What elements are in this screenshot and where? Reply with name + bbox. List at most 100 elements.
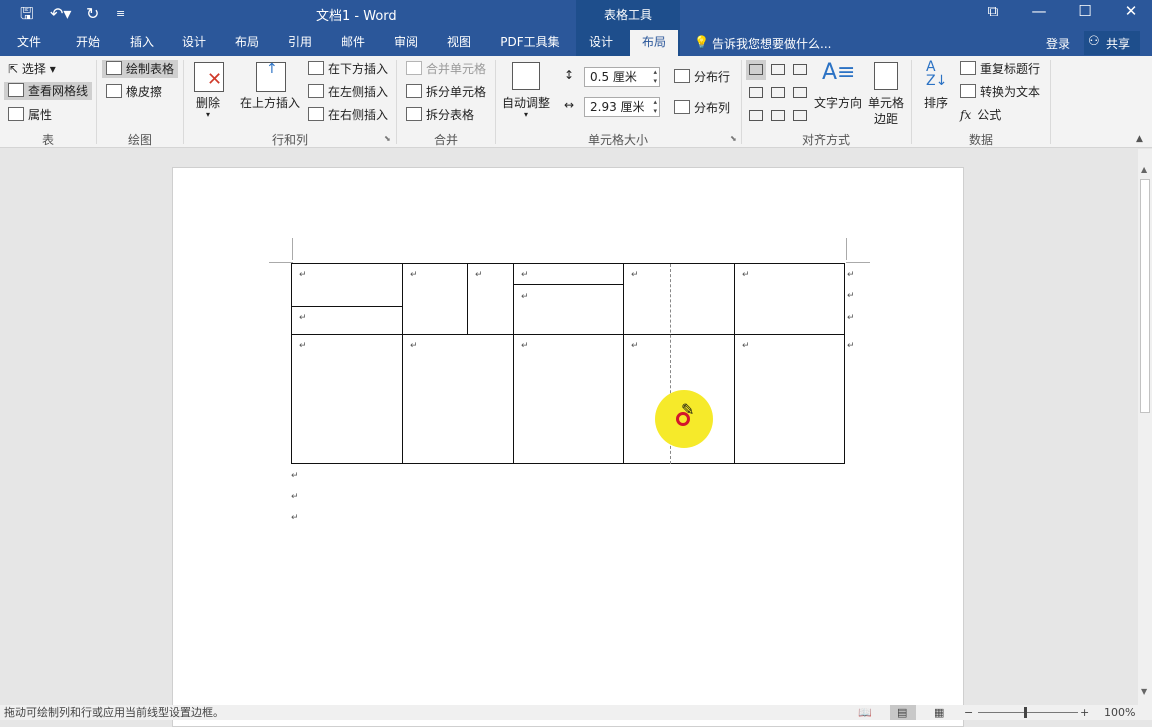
insert-below-button[interactable]: 在下方插入 xyxy=(308,60,388,78)
delete-button[interactable]: ✕ 删除 ▾ xyxy=(190,60,230,126)
align-bottom-left-icon[interactable] xyxy=(749,110,763,121)
scroll-down-icon[interactable]: ▼ xyxy=(1141,687,1147,696)
customize-icon[interactable]: ≡ xyxy=(116,4,125,24)
cell-paragraph-mark: ↵ xyxy=(410,341,418,351)
distribute-cols-button[interactable]: 分布列 xyxy=(674,99,730,117)
row-end-mark: ↵ xyxy=(847,341,855,351)
login-link[interactable]: 登录 xyxy=(1046,35,1070,52)
ribbon-tabs: 文件 开始 插入 设计 布局 引用 邮件 审阅 视图 PDF工具集 设计 布局 … xyxy=(0,30,1152,56)
undo-icon[interactable]: ↶▾ xyxy=(50,4,71,24)
table-row-border xyxy=(291,334,845,335)
formula-button[interactable]: fx 公式 xyxy=(960,106,1001,124)
tab-references[interactable]: 引用 xyxy=(278,30,322,56)
tab-view[interactable]: 视图 xyxy=(437,30,481,56)
sort-button[interactable]: A Z↓ 排序 xyxy=(918,60,956,126)
tell-me-box[interactable]: 告诉我您想要做什么... xyxy=(712,35,831,52)
autofit-button[interactable]: 自动调整 ▾ xyxy=(500,60,554,126)
align-middle-right-icon[interactable] xyxy=(793,87,807,98)
restore-ribbon-icon[interactable]: ⧉ xyxy=(970,0,1016,24)
align-top-left-icon[interactable] xyxy=(749,64,763,75)
column-line xyxy=(513,263,514,464)
zoom-level[interactable]: 100% xyxy=(1104,705,1135,720)
corner-mark xyxy=(292,238,293,260)
repeat-header-icon xyxy=(960,61,976,75)
launcher-icon[interactable]: ⬊ xyxy=(384,134,391,143)
tab-insert[interactable]: 插入 xyxy=(120,30,164,56)
tab-table-design[interactable]: 设计 xyxy=(578,30,624,56)
tab-mailings[interactable]: 邮件 xyxy=(331,30,375,56)
read-mode-icon[interactable]: 📖 xyxy=(858,705,872,720)
split-table-button[interactable]: 拆分表格 xyxy=(406,106,474,124)
distribute-cols-icon xyxy=(674,100,690,114)
web-layout-icon[interactable]: ▦ xyxy=(934,705,944,720)
tab-review[interactable]: 审阅 xyxy=(384,30,428,56)
delete-table-icon: ✕ xyxy=(194,62,224,92)
align-middle-left-icon[interactable] xyxy=(749,87,763,98)
tab-home[interactable]: 开始 xyxy=(66,30,110,56)
select-button[interactable]: ⇱ 选择 ▾ xyxy=(8,60,56,78)
redo-icon[interactable]: ↻ xyxy=(86,4,99,24)
scroll-thumb[interactable] xyxy=(1140,179,1150,413)
scroll-up-icon[interactable]: ▲ xyxy=(1141,165,1147,174)
corner-mark xyxy=(846,262,870,263)
cell-paragraph-mark: ↵ xyxy=(299,313,307,323)
cell-paragraph-mark: ↵ xyxy=(521,270,529,280)
distribute-rows-button[interactable]: 分布行 xyxy=(674,68,730,86)
tab-table-layout[interactable]: 布局 xyxy=(630,30,678,56)
group-rows-cols-label: 行和列 xyxy=(271,133,308,147)
zoom-out-icon[interactable]: − xyxy=(964,705,973,720)
view-gridlines-button[interactable]: 查看网格线 xyxy=(4,82,93,100)
split-cells-button[interactable]: 拆分单元格 xyxy=(406,83,486,101)
cell-margins-button[interactable]: 单元格 边距 xyxy=(866,60,908,126)
row-height-input[interactable]: 0.5 厘米 ▴ ▾ xyxy=(584,67,660,87)
insert-above-button[interactable]: ↑ 在上方插入 xyxy=(238,60,304,126)
cell-split-line xyxy=(291,306,402,307)
zoom-slider-thumb[interactable] xyxy=(1024,707,1027,718)
collapse-ribbon-icon[interactable]: ▲ xyxy=(1136,134,1143,144)
cell-margins-icon xyxy=(874,62,898,90)
print-layout-view[interactable]: ▤ xyxy=(890,705,916,720)
align-bottom-center-icon[interactable] xyxy=(771,110,785,121)
maximize-icon[interactable]: ☐ xyxy=(1062,0,1108,24)
save-icon[interactable]: 🖫 xyxy=(20,4,34,24)
column-width-input[interactable]: 2.93 厘米 ▴ ▾ xyxy=(584,97,660,117)
table-tools-band: 表格工具 xyxy=(576,0,680,30)
corner-mark xyxy=(846,238,847,260)
repeat-header-button[interactable]: 重复标题行 xyxy=(960,60,1040,78)
eraser-button[interactable]: 橡皮擦 xyxy=(106,83,162,101)
split-cells-icon xyxy=(406,84,422,98)
align-top-right-icon[interactable] xyxy=(793,64,807,75)
tab-pdf-tools[interactable]: PDF工具集 xyxy=(494,30,566,56)
tab-file[interactable]: 文件 xyxy=(8,30,50,56)
properties-button[interactable]: 属性 xyxy=(8,106,52,124)
share-label: 共享 xyxy=(1106,37,1131,51)
tab-design[interactable]: 设计 xyxy=(172,30,216,56)
vertical-scrollbar[interactable]: ▲ ▼ xyxy=(1138,149,1152,705)
row-height-icon: ↕ xyxy=(564,68,575,82)
group-merge-label: 合并 xyxy=(433,133,458,147)
minimize-icon[interactable]: — xyxy=(1016,0,1062,24)
zoom-slider[interactable] xyxy=(978,712,1078,713)
pencil-cursor-icon: ✎ xyxy=(681,400,695,419)
table-border-left xyxy=(291,263,292,464)
close-icon[interactable]: ✕ xyxy=(1108,0,1152,24)
launcher-icon[interactable]: ⬊ xyxy=(730,134,737,143)
insert-right-button[interactable]: 在右侧插入 xyxy=(308,106,388,124)
align-middle-center-icon[interactable] xyxy=(771,87,785,98)
draw-table-button[interactable]: 绘制表格 xyxy=(102,60,179,78)
text-direction-button[interactable]: A≡ 文字方向 xyxy=(812,60,864,126)
align-bottom-right-icon[interactable] xyxy=(793,110,807,121)
zoom-in-icon[interactable]: + xyxy=(1080,705,1089,720)
insert-left-button[interactable]: 在左侧插入 xyxy=(308,83,388,101)
cell-split-line xyxy=(513,284,624,285)
context-group-label: 表格工具 xyxy=(604,8,653,22)
convert-to-text-button[interactable]: 转换为文本 xyxy=(960,83,1040,101)
cell-paragraph-mark: ↵ xyxy=(521,341,529,351)
merge-cells-button[interactable]: 合并单元格 xyxy=(406,60,486,78)
align-top-center-icon[interactable] xyxy=(771,64,785,75)
share-button[interactable]: ⚇ 共享 xyxy=(1084,31,1140,55)
status-hint: 拖动可绘制列和行或应用当前线型设置边框。 xyxy=(4,706,224,719)
lightbulb-icon: 💡 xyxy=(694,35,709,49)
tab-layout[interactable]: 布局 xyxy=(225,30,269,56)
column-line xyxy=(467,263,468,334)
